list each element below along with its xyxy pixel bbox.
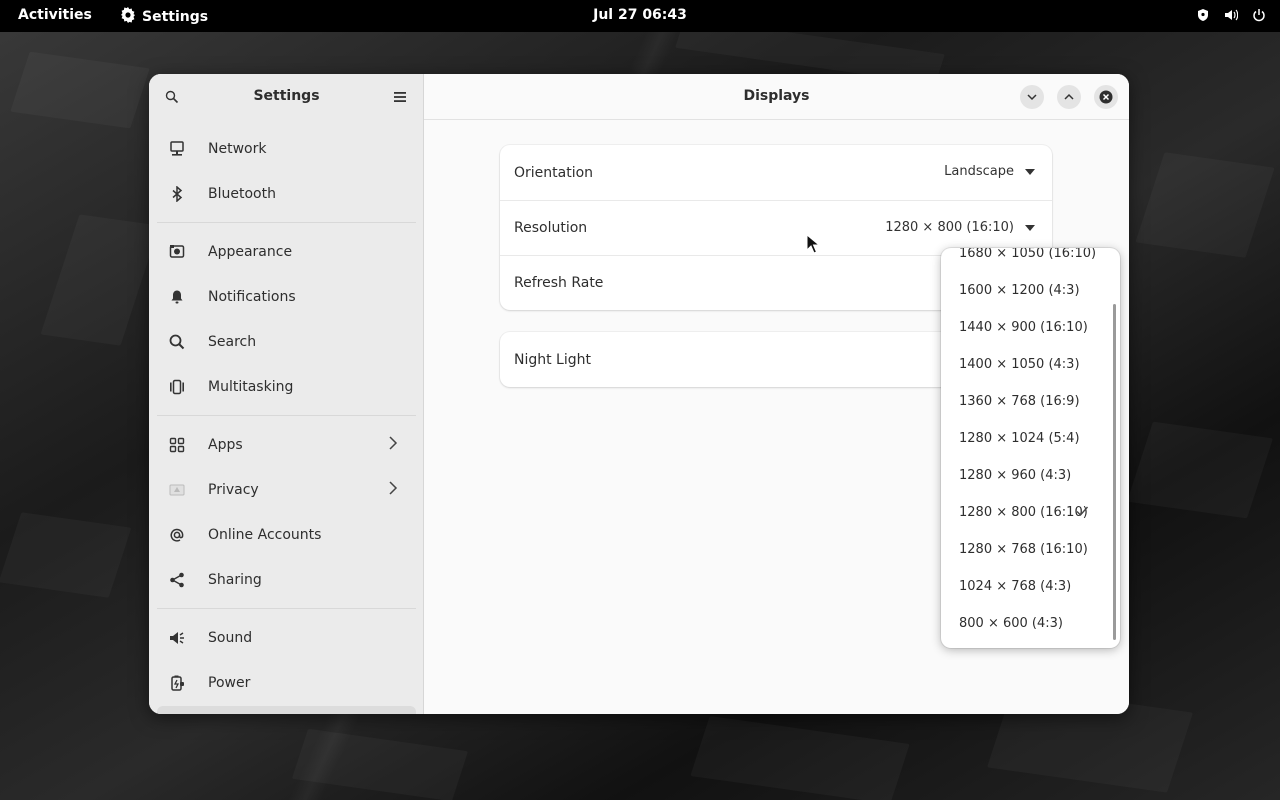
sidebar-item-privacy[interactable]: Privacy <box>157 467 416 512</box>
app-menu-label: Settings <box>142 9 209 25</box>
resolution-option[interactable]: 1280 × 1024 (5:4) <box>941 420 1111 457</box>
maximize-button[interactable] <box>1057 85 1081 109</box>
resolution-option-label: 1280 × 800 (16:10) <box>959 505 1088 520</box>
power-icon <box>1252 8 1266 26</box>
sidebar-item-label: Network <box>208 140 267 157</box>
orientation-value: Landscape <box>944 164 1014 179</box>
speaker-icon <box>168 629 186 647</box>
privacy-icon <box>168 481 186 499</box>
orientation-label: Orientation <box>514 164 594 181</box>
mouse-cursor-icon <box>806 233 821 258</box>
chevron-right-icon <box>388 436 398 454</box>
sidebar-item-bluetooth[interactable]: Bluetooth <box>157 171 416 216</box>
power-icon <box>168 674 186 692</box>
resolution-popover: 1680 × 1050 (16:10) 1600 × 1200 (4:3) 14… <box>941 248 1120 648</box>
dropdown-arrow-icon <box>1025 169 1035 175</box>
bluetooth-icon <box>168 185 186 203</box>
sidebar-separator <box>157 608 416 609</box>
top-bar: Activities Settings Jul 27 06:43 <box>0 0 1280 32</box>
sidebar-item-label: Search <box>208 333 257 350</box>
network-icon <box>168 140 186 158</box>
sidebar-item-label: Sound <box>208 629 253 646</box>
sidebar-item-displays[interactable] <box>157 706 416 714</box>
close-icon <box>1099 90 1113 104</box>
sidebar-separator <box>157 222 416 223</box>
resolution-option[interactable]: 1600 × 1200 (4:3) <box>941 272 1111 309</box>
resolution-row[interactable]: Resolution 1280 × 800 (16:10) <box>500 200 1052 255</box>
sidebar-separator <box>157 415 416 416</box>
sidebar-item-sound[interactable]: Sound <box>157 615 416 660</box>
at-icon <box>168 526 186 544</box>
apps-icon <box>168 436 186 454</box>
popover-scrollbar[interactable] <box>1113 304 1116 640</box>
resolution-options-list: 1680 × 1050 (16:10) 1600 × 1200 (4:3) 14… <box>941 248 1111 642</box>
resolution-option[interactable]: 800 × 600 (4:3) <box>941 605 1111 642</box>
search-icon <box>168 333 186 351</box>
close-button[interactable] <box>1094 85 1118 109</box>
resolution-option[interactable]: 1280 × 960 (4:3) <box>941 457 1111 494</box>
sidebar-item-label: Apps <box>208 436 243 453</box>
share-icon <box>168 571 186 589</box>
resolution-option-selected[interactable]: 1280 × 800 (16:10) <box>941 494 1111 531</box>
resolution-option[interactable]: 1360 × 768 (16:9) <box>941 383 1111 420</box>
sidebar-item-power[interactable]: Power <box>157 660 416 705</box>
minimize-button[interactable] <box>1020 85 1044 109</box>
resolution-option[interactable]: 1680 × 1050 (16:10) <box>941 248 1111 272</box>
resolution-option[interactable]: 1440 × 900 (16:10) <box>941 309 1111 346</box>
sidebar-item-label: Privacy <box>208 481 259 498</box>
resolution-option[interactable]: 1024 × 768 (4:3) <box>941 568 1111 605</box>
chevron-up-icon <box>1064 93 1074 100</box>
sidebar-item-network[interactable]: Network <box>157 126 416 171</box>
sidebar-list: Network Bluetooth Appearance Notificatio… <box>157 126 416 705</box>
resolution-option[interactable]: 1280 × 768 (16:10) <box>941 531 1111 568</box>
sidebar-item-multitasking[interactable]: Multitasking <box>157 364 416 409</box>
checkmark-icon <box>1075 504 1089 522</box>
sidebar: Settings Network Bluetooth Appearance No… <box>149 74 424 714</box>
sidebar-item-search[interactable]: Search <box>157 319 416 364</box>
gear-icon <box>120 7 136 27</box>
multitasking-icon <box>168 378 186 396</box>
sidebar-item-appearance[interactable]: Appearance <box>157 229 416 274</box>
app-menu[interactable]: Settings <box>120 7 208 27</box>
shield-icon <box>1196 8 1210 26</box>
night-light-label: Night Light <box>514 351 591 368</box>
sidebar-title: Settings <box>253 88 320 104</box>
sidebar-item-label: Appearance <box>208 243 293 260</box>
resolution-option[interactable]: 1400 × 1050 (4:3) <box>941 346 1111 383</box>
sidebar-item-notifications[interactable]: Notifications <box>157 274 416 319</box>
sidebar-item-label: Sharing <box>208 571 262 588</box>
chevron-down-icon <box>1027 94 1037 101</box>
volume-icon <box>1224 8 1239 26</box>
sidebar-item-sharing[interactable]: Sharing <box>157 557 416 602</box>
sidebar-item-label: Notifications <box>208 288 296 305</box>
resolution-label: Resolution <box>514 220 588 236</box>
sidebar-item-label: Bluetooth <box>208 185 276 202</box>
sidebar-item-apps[interactable]: Apps <box>157 422 416 467</box>
clock[interactable]: Jul 27 06:43 <box>593 7 687 23</box>
activities-button[interactable]: Activities <box>18 7 92 23</box>
sidebar-item-online-accounts[interactable]: Online Accounts <box>157 512 416 557</box>
system-tray[interactable] <box>1196 8 1266 26</box>
sidebar-item-label: Online Accounts <box>208 526 322 543</box>
resolution-value: 1280 × 800 (16:10) <box>885 220 1014 235</box>
sidebar-header: Settings <box>149 74 423 120</box>
sidebar-item-label: Power <box>208 674 251 691</box>
main-menu-button[interactable] <box>390 88 410 106</box>
chevron-right-icon <box>388 481 398 499</box>
refresh-rate-label: Refresh Rate <box>514 275 604 291</box>
sidebar-item-label: Multitasking <box>208 378 294 395</box>
orientation-row[interactable]: Orientation Landscape <box>500 145 1052 200</box>
hamburger-icon <box>394 92 406 102</box>
dropdown-arrow-icon <box>1025 225 1035 231</box>
main-header: Displays <box>424 74 1129 120</box>
appearance-icon <box>168 243 186 261</box>
bell-icon <box>168 288 186 306</box>
